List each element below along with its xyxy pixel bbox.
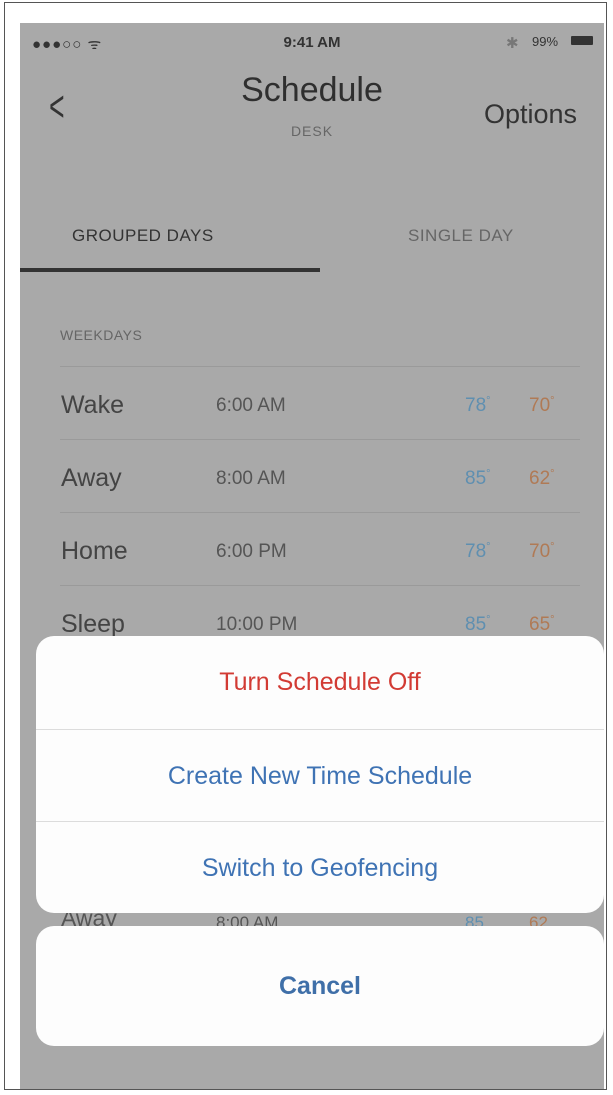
heat-setpoint: 70° [529, 395, 555, 416]
screenshot-frame: ●●●○○ ᯤ 9:41 AM ✱ 99% < Schedule DESK Op… [4, 2, 607, 1090]
cool-setpoint: 78° [465, 541, 491, 562]
period-name: Wake [61, 391, 124, 419]
turn-schedule-off-button[interactable]: Turn Schedule Off [36, 636, 604, 728]
status-bar: ●●●○○ ᯤ 9:41 AM ✱ 99% [20, 23, 604, 63]
battery-icon [571, 36, 593, 45]
cancel-button[interactable]: Cancel [36, 926, 604, 1046]
period-name: Away [61, 464, 122, 492]
period-name: Sleep [61, 610, 125, 638]
battery-percent: 99% [532, 34, 559, 49]
heat-setpoint: 62° [529, 468, 555, 489]
action-sheet: Turn Schedule Off Create New Time Schedu… [36, 636, 604, 913]
cool-setpoint: 78° [465, 395, 491, 416]
schedule-row[interactable]: Wake 6:00 AM 78° 70° [60, 366, 580, 440]
switch-to-geofencing-button[interactable]: Switch to Geofencing [36, 821, 604, 913]
options-button[interactable]: Options [484, 99, 577, 130]
phone-screen: ●●●○○ ᯤ 9:41 AM ✱ 99% < Schedule DESK Op… [20, 23, 604, 1089]
schedule-row[interactable]: Away 8:00 AM 85° 62° [60, 439, 580, 513]
tab-single-day[interactable]: SINGLE DAY [408, 226, 514, 246]
schedule-row[interactable]: Home 6:00 PM 78° 70° [60, 512, 580, 586]
heat-setpoint: 65° [529, 614, 555, 635]
period-time: 10:00 PM [216, 614, 298, 635]
heat-setpoint: 70° [529, 541, 555, 562]
bluetooth-icon: ✱ [506, 35, 519, 52]
tab-grouped-days[interactable]: GROUPED DAYS [72, 226, 214, 246]
create-new-schedule-button[interactable]: Create New Time Schedule [36, 729, 604, 822]
period-name: Home [61, 537, 128, 565]
period-time: 8:00 AM [216, 468, 286, 489]
period-time: 6:00 AM [216, 395, 286, 416]
cool-setpoint: 85° [465, 614, 491, 635]
section-header: WEEKDAYS [60, 327, 143, 343]
cool-setpoint: 85° [465, 468, 491, 489]
period-time: 6:00 PM [216, 541, 287, 562]
tab-selected-indicator [20, 268, 320, 272]
